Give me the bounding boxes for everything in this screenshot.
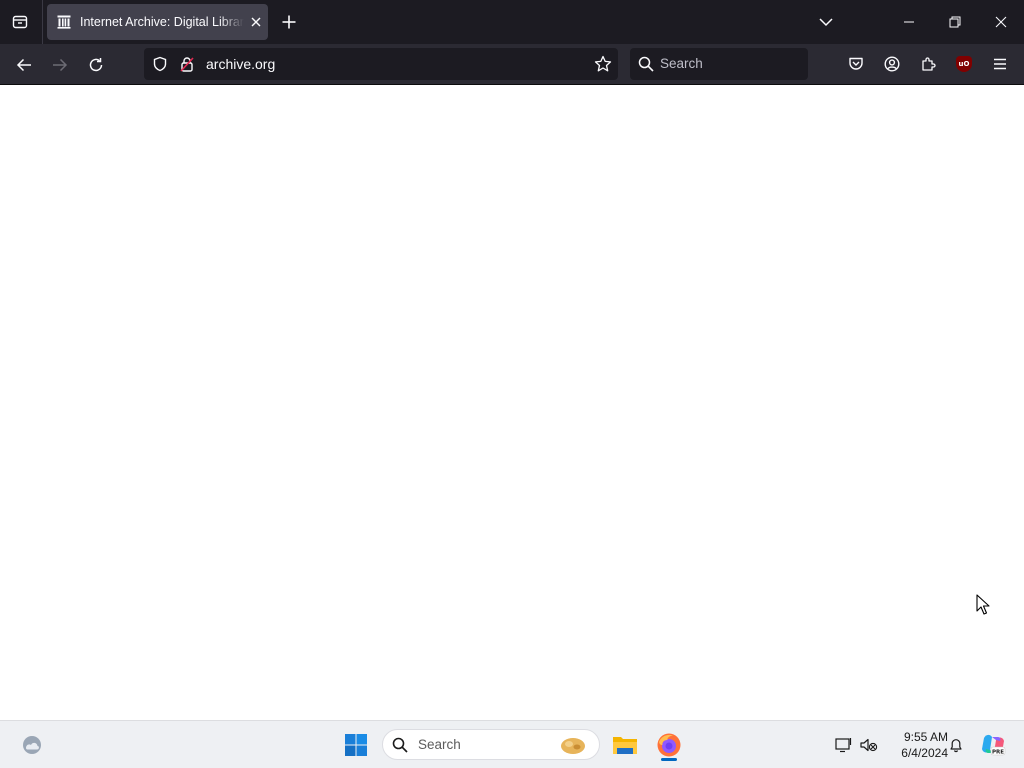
back-button[interactable] [13,54,35,76]
windows-start-icon[interactable] [344,733,368,757]
restore-icon [949,16,961,28]
forward-button[interactable] [49,54,71,76]
search-highlight-illustration-icon [561,738,585,754]
tab-title: Internet Archive: Digital Library [80,15,244,29]
pocket-button[interactable] [846,54,866,74]
copilot-badge: PRE [992,749,1004,755]
address-bar[interactable]: archive.org [144,48,618,80]
clock-time: 9:55 AM [903,730,948,744]
ublock-origin-icon: uO [956,56,972,72]
tab-list-dropdown-button[interactable] [816,12,836,32]
file-explorer-button[interactable] [611,731,639,759]
clock-date: 6/4/2024 [901,746,948,760]
weather-widget-icon[interactable] [20,733,44,757]
close-tab-icon[interactable] [248,14,264,30]
firefox-taskbar-button[interactable] [655,731,683,759]
extensions-button[interactable] [918,54,938,74]
bell-icon [950,739,962,753]
chevron-down-icon [819,18,833,27]
mouse-cursor-icon [976,594,990,615]
tab-strip: Internet Archive: Digital Library [0,0,1024,44]
monitor-icon [835,738,852,753]
arrow-left-icon [16,58,31,72]
search-bar[interactable]: Search [630,48,808,80]
search-icon [638,56,654,72]
account-icon [884,56,900,72]
firefox-icon [657,733,681,757]
lock-insecure-icon[interactable] [179,56,195,72]
volume-muted-icon[interactable] [859,735,879,755]
puzzle-piece-icon [922,57,936,71]
restore-button[interactable] [945,12,965,32]
tracking-protection-shield-icon[interactable] [152,56,168,72]
firefox-view-icon [12,15,28,29]
search-icon [392,737,408,753]
app-menu-button[interactable] [990,54,1010,74]
windows-taskbar: Search 9:55 AM 6/4/2024 PRE [0,720,1024,768]
tab-strip-divider [42,0,43,44]
bookmark-star-icon[interactable] [594,55,612,73]
speaker-muted-icon [860,738,878,752]
minimize-button[interactable] [899,12,919,32]
reload-button[interactable] [85,54,107,76]
reload-icon [89,58,103,72]
browser-window: Internet Archive: Digital Library archiv… [0,0,1024,720]
tab-internet-archive[interactable]: Internet Archive: Digital Library [47,4,268,40]
search-bar-placeholder: Search [660,56,703,71]
hamburger-menu-icon [994,58,1006,70]
list-all-tabs-button[interactable] [8,11,32,33]
new-tab-button[interactable] [280,13,298,31]
account-button[interactable] [882,54,902,74]
taskbar-search-placeholder: Search [418,737,461,752]
copilot-icon[interactable]: PRE [980,732,1006,758]
plus-icon [282,15,296,29]
minimize-icon [904,21,914,23]
network-remote-icon[interactable] [834,735,854,755]
active-app-indicator [661,758,677,761]
close-icon [995,16,1007,28]
url-text[interactable]: archive.org [206,56,275,72]
archive-columns-icon [56,14,72,30]
ublock-origin-button[interactable]: uO [954,54,974,74]
arrow-right-icon [53,58,68,72]
system-clock[interactable]: 9:55 AM 6/4/2024 [884,729,948,761]
navigation-toolbar: archive.org Search uO [0,44,1024,85]
folder-icon [613,737,637,754]
close-window-button[interactable] [991,12,1011,32]
taskbar-search-box[interactable]: Search [382,729,600,760]
notifications-button[interactable] [946,735,966,755]
page-content-area[interactable] [0,85,1024,720]
pocket-icon [849,57,863,70]
